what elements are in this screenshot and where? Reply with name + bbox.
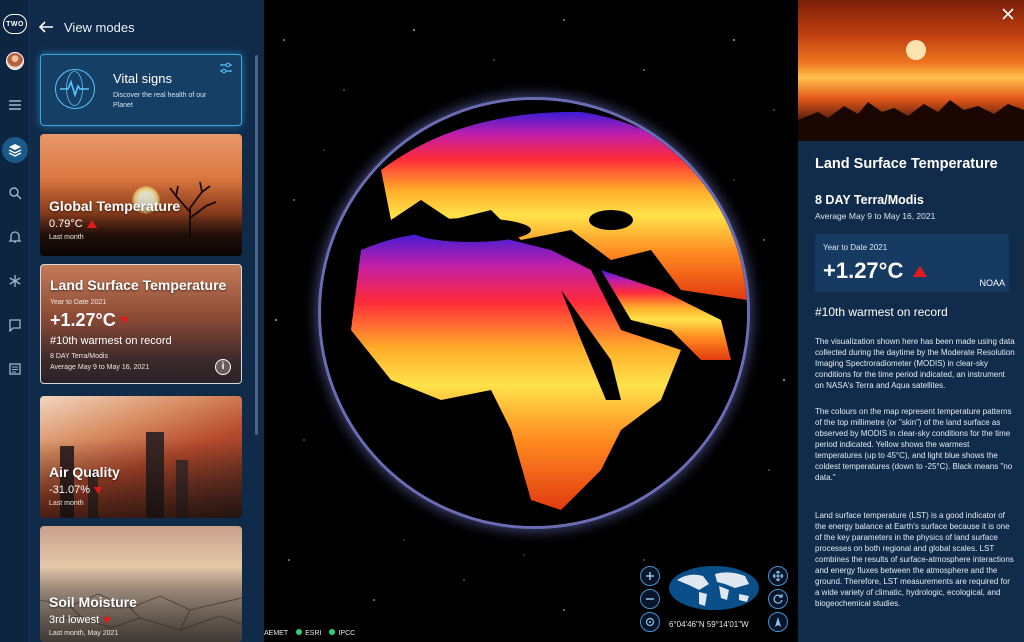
- card-value: +1.27°C: [50, 310, 128, 331]
- card-sub: Last month, May 2021: [49, 630, 119, 637]
- arrow-left-icon[interactable]: [38, 20, 54, 34]
- globe-viewport[interactable]: 6°04'46"N 59°14'01"W AEMET ESRI IPCC: [264, 0, 798, 642]
- earth-globe[interactable]: [321, 100, 747, 526]
- close-icon[interactable]: [1002, 8, 1014, 20]
- detail-panel: Land Surface Temperature 8 DAY Terra/Mod…: [798, 0, 1024, 642]
- detail-rank: #10th warmest on record: [815, 305, 948, 319]
- snowflake-icon[interactable]: [4, 270, 26, 292]
- card-sub: Last month: [49, 500, 84, 507]
- two-logo[interactable]: TWO: [3, 14, 27, 34]
- vital-signs-desc: Discover the real health of our Planet: [113, 92, 207, 109]
- air-quality-card[interactable]: Air Quality -31.07% Last month: [40, 396, 242, 518]
- credit-ipcc[interactable]: IPCC: [329, 629, 355, 637]
- detail-period: Average May 9 to May 16, 2021: [815, 211, 936, 221]
- zoom-out-icon[interactable]: [640, 589, 660, 609]
- info-icon[interactable]: i: [215, 359, 231, 375]
- credit-esri[interactable]: ESRI: [296, 629, 321, 637]
- coordinates-readout: 6°04'46"N 59°14'01"W: [669, 620, 749, 629]
- detail-paragraph-3: Land surface temperature (LST) is a good…: [815, 511, 1014, 608]
- chat-icon[interactable]: [4, 314, 26, 336]
- card-pre: Year to Date 2021: [50, 299, 107, 306]
- credit-aemet[interactable]: AEMET: [264, 630, 288, 637]
- ytd-value: +1.27°C: [823, 258, 928, 284]
- ytd-source: NOAA: [979, 278, 1005, 288]
- credits: AEMET ESRI IPCC: [264, 629, 355, 637]
- bell-icon[interactable]: [4, 226, 26, 248]
- locate-icon[interactable]: [640, 612, 660, 632]
- card-rank: #10th warmest on record: [50, 335, 172, 347]
- panel-header: View modes: [38, 16, 135, 38]
- trend-down-icon: [103, 616, 112, 624]
- card-value: -31.07%: [49, 484, 102, 496]
- zoom-in-icon[interactable]: [640, 566, 660, 586]
- card-title: Global Temperature: [49, 198, 181, 214]
- ytd-label: Year to Date 2021: [823, 243, 888, 252]
- year-to-date-box: Year to Date 2021 +1.27°C NOAA: [815, 234, 1009, 292]
- rotate-icon[interactable]: [768, 589, 788, 609]
- card-sub: Last month: [49, 234, 84, 241]
- land-surface-temperature-card[interactable]: Land Surface Temperature Year to Date 20…: [40, 264, 242, 384]
- trend-up-icon: [86, 220, 97, 228]
- sunset-image: [798, 0, 1024, 141]
- card-source: 8 DAY Terra/Modis: [50, 353, 108, 360]
- search-icon[interactable]: [4, 182, 26, 204]
- card-period: Average May 9 to May 16, 2021: [50, 364, 150, 371]
- card-title: Soil Moisture: [49, 594, 137, 610]
- icon-rail: TWO: [0, 0, 30, 642]
- sliders-icon[interactable]: [219, 62, 233, 74]
- news-icon[interactable]: [4, 358, 26, 380]
- trend-down-icon: [93, 486, 102, 494]
- card-title: Land Surface Temperature: [50, 277, 227, 293]
- view-modes-panel: View modes Vital signs Discover the real…: [30, 0, 264, 642]
- menu-icon[interactable]: [4, 94, 26, 116]
- card-value: 0.79°C: [49, 218, 97, 230]
- vital-signs-title: Vital signs: [113, 71, 173, 86]
- soil-moisture-card[interactable]: Soil Moisture 3rd lowest Last month, May…: [40, 526, 242, 642]
- vital-signs-card[interactable]: Vital signs Discover the real health of …: [40, 54, 242, 126]
- layers-icon[interactable]: [2, 137, 28, 163]
- pan-icon[interactable]: [768, 566, 788, 586]
- detail-title: Land Surface Temperature: [815, 156, 998, 172]
- panel-title: View modes: [64, 19, 135, 35]
- north-icon[interactable]: [768, 612, 788, 632]
- detail-paragraph-1: The visualization shown here has been ma…: [815, 337, 1015, 390]
- panel-scrollbar[interactable]: [255, 55, 258, 435]
- global-temperature-card[interactable]: Global Temperature 0.79°C Last month: [40, 134, 242, 256]
- minimap[interactable]: [669, 566, 759, 610]
- card-value: 3rd lowest: [49, 614, 112, 626]
- trend-up-icon: [913, 265, 928, 277]
- detail-subtitle: 8 DAY Terra/Modis: [815, 193, 924, 207]
- trend-down-icon: [119, 317, 128, 324]
- detail-paragraph-2: The colours on the map represent tempera…: [815, 407, 1013, 482]
- avatar[interactable]: [6, 52, 24, 70]
- globe-pulse-icon: [55, 69, 95, 109]
- card-title: Air Quality: [49, 464, 120, 480]
